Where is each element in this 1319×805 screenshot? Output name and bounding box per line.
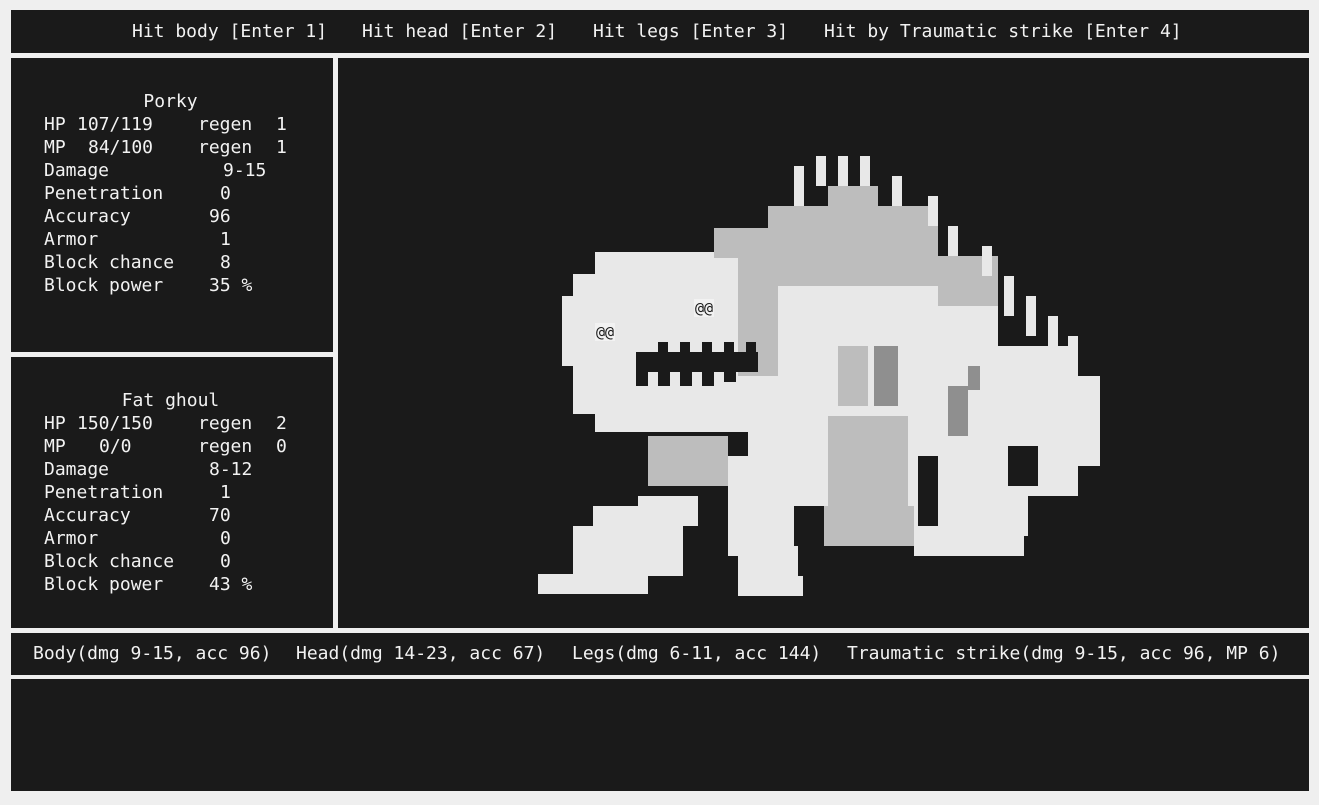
attack-info-bar: Body(dmg 9-15, acc 96) Head(dmg 14-23, a… — [11, 633, 1309, 675]
hit-body-action[interactable]: Hit body [Enter 1] — [132, 21, 327, 43]
player-armor-row: Armor 1 — [44, 228, 297, 251]
regen-label: regen — [198, 137, 253, 158]
accuracy-label: Accuracy — [44, 206, 131, 227]
enemy-stats-panel: Fat ghoul HP 150/150 regen 2 MP 0/0 rege… — [11, 357, 333, 628]
damage-label: Damage — [44, 459, 110, 480]
block-chance-label: Block chance — [44, 551, 175, 572]
combat-log — [11, 679, 1309, 791]
player-block-power-value: 35 % — [209, 275, 253, 296]
damage-label: Damage — [44, 160, 110, 181]
player-armor-value: 1 — [220, 229, 231, 250]
player-mp-value: 84/100 — [88, 137, 154, 158]
player-accuracy-value: 96 — [209, 206, 231, 227]
regen-label: regen — [198, 413, 253, 434]
action-menu: Hit body [Enter 1] Hit head [Enter 2] Hi… — [11, 10, 1309, 53]
player-stats: Porky HP 107/119 regen 1 MP 84/100 regen… — [44, 90, 297, 297]
player-block-power-row: Block power 35 % — [44, 274, 297, 297]
fat-ghoul-sprite — [538, 156, 1100, 596]
armor-label: Armor — [44, 229, 99, 250]
enemy-penetration-row: Penetration 1 — [44, 481, 297, 504]
ghoul-eye-right: @@ — [694, 299, 715, 317]
mp-label: MP — [44, 137, 66, 158]
enemy-name: Fat ghoul — [121, 390, 220, 411]
attack-info-body: Body(dmg 9-15, acc 96) — [33, 643, 272, 664]
player-hp-regen: 1 — [276, 114, 287, 135]
armor-label: Armor — [44, 528, 99, 549]
player-mp-regen: 1 — [276, 137, 287, 158]
enemy-accuracy-value: 70 — [209, 505, 231, 526]
monster-view: @@ @@ — [338, 58, 1309, 628]
enemy-stats: Fat ghoul HP 150/150 regen 2 MP 0/0 rege… — [44, 389, 297, 596]
player-accuracy-row: Accuracy 96 — [44, 205, 297, 228]
player-block-chance-row: Block chance 8 — [44, 251, 297, 274]
player-mp-row: MP 84/100 regen 1 — [44, 136, 297, 159]
player-penetration-value: 0 — [220, 183, 231, 204]
enemy-armor-row: Armor 0 — [44, 527, 297, 550]
enemy-block-power-value: 43 % — [209, 574, 253, 595]
attack-info-traumatic-strike: Traumatic strike(dmg 9-15, acc 96, MP 6) — [847, 643, 1281, 664]
ghoul-eye-left: @@ — [595, 323, 616, 341]
enemy-mp-value: 0/0 — [99, 436, 132, 457]
player-hp-value: 107/119 — [77, 114, 153, 135]
block-power-label: Block power — [44, 275, 164, 296]
player-name: Porky — [143, 91, 198, 112]
enemy-hp-row: HP 150/150 regen 2 — [44, 412, 297, 435]
hit-head-action[interactable]: Hit head [Enter 2] — [362, 21, 557, 43]
enemy-armor-value: 0 — [220, 528, 231, 549]
block-power-label: Block power — [44, 574, 164, 595]
enemy-block-chance-row: Block chance 0 — [44, 550, 297, 573]
block-chance-label: Block chance — [44, 252, 175, 273]
hit-legs-action[interactable]: Hit legs [Enter 3] — [593, 21, 788, 43]
enemy-penetration-value: 1 — [220, 482, 231, 503]
player-block-chance-value: 8 — [220, 252, 231, 273]
hp-label: HP — [44, 114, 66, 135]
player-damage-row: Damage 9-15 — [44, 159, 297, 182]
enemy-hp-value: 150/150 — [77, 413, 153, 434]
enemy-mp-regen: 0 — [276, 436, 287, 457]
penetration-label: Penetration — [44, 482, 164, 503]
enemy-hp-regen: 2 — [276, 413, 287, 434]
player-damage-value: 9-15 — [223, 160, 267, 181]
enemy-accuracy-row: Accuracy 70 — [44, 504, 297, 527]
hp-label: HP — [44, 413, 66, 434]
penetration-label: Penetration — [44, 183, 164, 204]
player-stats-panel: Porky HP 107/119 regen 1 MP 84/100 regen… — [11, 58, 333, 352]
enemy-block-power-row: Block power 43 % — [44, 573, 297, 596]
attack-info-legs: Legs(dmg 6-11, acc 144) — [572, 643, 822, 664]
player-hp-row: HP 107/119 regen 1 — [44, 113, 297, 136]
mp-label: MP — [44, 436, 66, 457]
traumatic-strike-action[interactable]: Hit by Traumatic strike [Enter 4] — [824, 21, 1182, 43]
enemy-mp-row: MP 0/0 regen 0 — [44, 435, 297, 458]
enemy-block-chance-value: 0 — [220, 551, 231, 572]
player-penetration-row: Penetration 0 — [44, 182, 297, 205]
enemy-damage-row: Damage 8-12 — [44, 458, 297, 481]
regen-label: regen — [198, 114, 253, 135]
accuracy-label: Accuracy — [44, 505, 131, 526]
attack-info-head: Head(dmg 14-23, acc 67) — [296, 643, 546, 664]
enemy-damage-value: 8-12 — [209, 459, 253, 480]
regen-label: regen — [198, 436, 253, 457]
